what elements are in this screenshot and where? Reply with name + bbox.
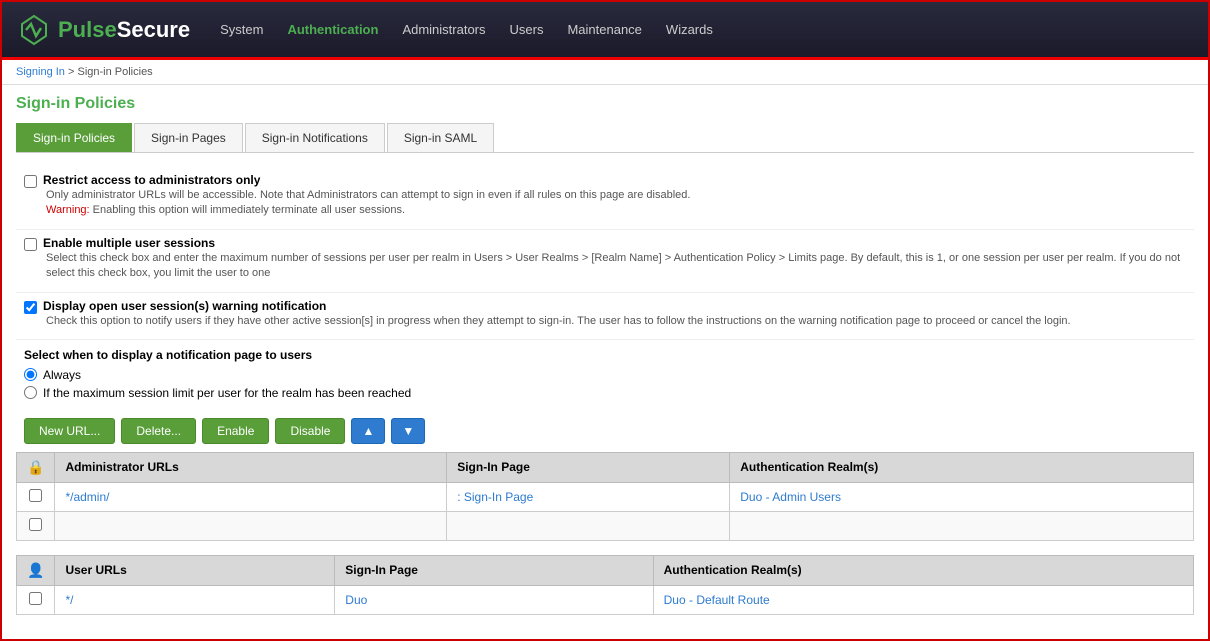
tab-signin-pages[interactable]: Sign-in Pages (134, 123, 243, 152)
admin-urls-table: 🔒 Administrator URLs Sign-In Page Authen… (16, 452, 1194, 541)
enable-multiple-sessions-checkbox[interactable] (24, 238, 37, 251)
main-nav: System Authentication Administrators Use… (220, 18, 713, 41)
user-signin-page-link[interactable]: Duo (345, 593, 367, 607)
page-title: Sign-in Policies (16, 95, 1194, 113)
restrict-access-desc: Only administrator URLs will be accessib… (46, 188, 1186, 223)
radio-always-label: Always (43, 368, 81, 382)
admin-empty-checkbox-cell (17, 511, 55, 540)
restrict-access-label[interactable]: Restrict access to administrators only (24, 173, 1186, 188)
logo-text: PulseSecure (58, 17, 190, 43)
admin-row-checkbox-cell (17, 482, 55, 511)
admin-auth-realm-link[interactable]: Duo - Admin Users (740, 490, 841, 504)
disable-button[interactable]: Disable (275, 418, 345, 444)
radio-max-session-input[interactable] (24, 386, 37, 399)
nav-item-authentication[interactable]: Authentication (287, 18, 378, 41)
admin-url-link[interactable]: */admin/ (65, 490, 109, 504)
restrict-access-row: Restrict access to administrators only O… (16, 167, 1194, 230)
admin-empty-signin (447, 511, 730, 540)
breadcrumb-link[interactable]: Signing In (16, 66, 65, 78)
user-table-auth-header: Authentication Realm(s) (653, 555, 1193, 585)
nav-item-administrators[interactable]: Administrators (402, 18, 485, 41)
restrict-access-checkbox[interactable] (24, 175, 37, 188)
nav-item-system[interactable]: System (220, 18, 263, 41)
admin-row-checkbox[interactable] (29, 489, 42, 502)
move-down-button[interactable]: ▼ (391, 418, 425, 444)
breadcrumb-current: Sign-in Policies (77, 66, 152, 78)
admin-empty-checkbox[interactable] (29, 518, 42, 531)
restrict-access-warning-text: Enabling this option will immediately te… (93, 204, 405, 216)
admin-table-row: */admin/ : Sign-In Page Duo - Admin User… (17, 482, 1194, 511)
radio-max-session-label: If the maximum session limit per user fo… (43, 386, 411, 400)
radio-always: Always (24, 368, 1186, 382)
admin-signin-page-link[interactable]: : Sign-In Page (457, 490, 533, 504)
admin-row-auth-realm: Duo - Admin Users (730, 482, 1194, 511)
admin-row-url: */admin/ (55, 482, 447, 511)
display-warning-checkbox[interactable] (24, 301, 37, 314)
radio-max-session: If the maximum session limit per user fo… (24, 386, 1186, 400)
nav-item-maintenance[interactable]: Maintenance (567, 18, 641, 41)
tab-signin-saml[interactable]: Sign-in SAML (387, 123, 494, 152)
user-row-checkbox-cell (17, 585, 55, 614)
display-warning-label[interactable]: Display open user session(s) warning not… (24, 299, 1186, 314)
user-row-signin-page: Duo (335, 585, 653, 614)
notification-section: Select when to display a notification pa… (16, 340, 1194, 410)
user-table-row: */ Duo Duo - Default Route (17, 585, 1194, 614)
nav-item-users[interactable]: Users (510, 18, 544, 41)
move-up-button[interactable]: ▲ (351, 418, 385, 444)
tab-signin-notifications[interactable]: Sign-in Notifications (245, 123, 385, 152)
delete-button[interactable]: Delete... (121, 418, 196, 444)
restrict-access-warning-label: Warning: (46, 204, 90, 216)
user-table-check-header: 👤 (17, 555, 55, 585)
button-bar: New URL... Delete... Enable Disable ▲ ▼ (16, 410, 1194, 452)
page-container: Sign-in Policies Sign-in Policies Sign-i… (2, 85, 1208, 639)
enable-button[interactable]: Enable (202, 418, 269, 444)
user-row-auth-realm: Duo - Default Route (653, 585, 1193, 614)
breadcrumb: Signing In > Sign-in Policies (2, 60, 1208, 85)
enable-multiple-sessions-label[interactable]: Enable multiple user sessions (24, 236, 1186, 251)
enable-multiple-sessions-desc: Select this check box and enter the maxi… (46, 251, 1186, 286)
tabs: Sign-in Policies Sign-in Pages Sign-in N… (16, 123, 1194, 153)
user-url-link[interactable]: */ (65, 593, 73, 607)
admin-empty-url (55, 511, 447, 540)
nav-item-wizards[interactable]: Wizards (666, 18, 713, 41)
logo: PulseSecure (18, 14, 190, 46)
tab-signin-policies[interactable]: Sign-in Policies (16, 123, 132, 152)
admin-table-urls-header: Administrator URLs (55, 452, 447, 482)
enable-multiple-sessions-row: Enable multiple user sessions Select thi… (16, 230, 1194, 293)
admin-row-signin-page: : Sign-In Page (447, 482, 730, 511)
admin-table-empty-row (17, 511, 1194, 540)
new-url-button[interactable]: New URL... (24, 418, 115, 444)
header: PulseSecure System Authentication Admini… (2, 2, 1208, 60)
pulse-logo-icon (18, 14, 50, 46)
display-warning-row: Display open user session(s) warning not… (16, 293, 1194, 340)
admin-table-auth-header: Authentication Realm(s) (730, 452, 1194, 482)
display-warning-desc: Check this option to notify users if the… (46, 314, 1186, 333)
user-auth-realm-link[interactable]: Duo - Default Route (664, 593, 770, 607)
options-section: Restrict access to administrators only O… (16, 167, 1194, 615)
admin-table-check-header: 🔒 (17, 452, 55, 482)
admin-table-signin-header: Sign-In Page (447, 452, 730, 482)
user-row-url: */ (55, 585, 335, 614)
notification-title: Select when to display a notification pa… (24, 348, 1186, 362)
user-table-signin-header: Sign-In Page (335, 555, 653, 585)
user-table-urls-header: User URLs (55, 555, 335, 585)
user-urls-table: 👤 User URLs Sign-In Page Authentication … (16, 555, 1194, 615)
admin-empty-auth (730, 511, 1194, 540)
user-row-checkbox[interactable] (29, 592, 42, 605)
radio-always-input[interactable] (24, 368, 37, 381)
